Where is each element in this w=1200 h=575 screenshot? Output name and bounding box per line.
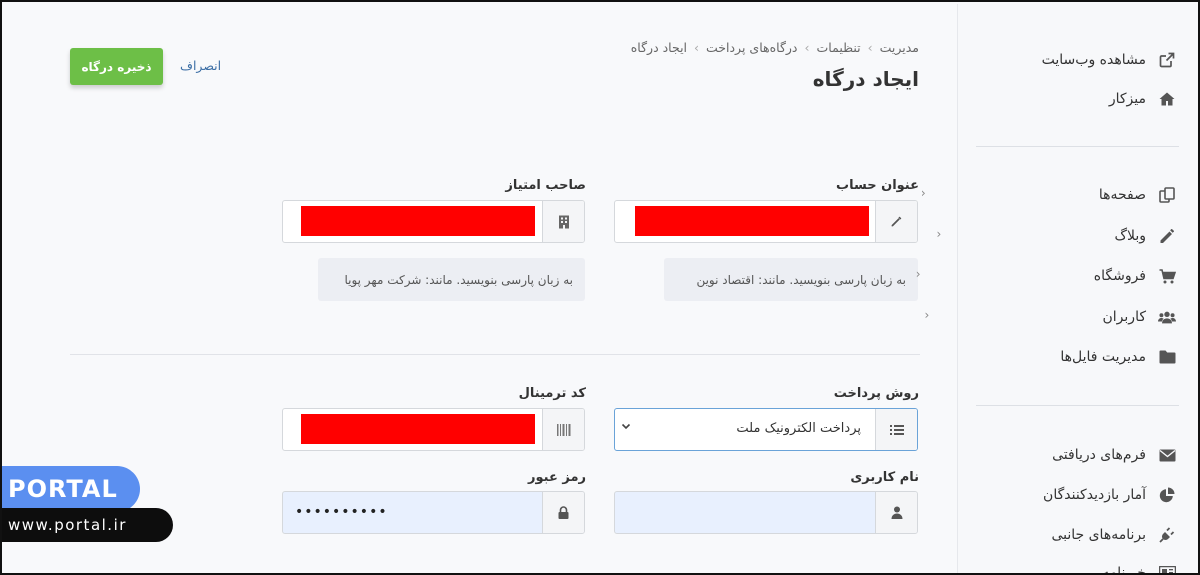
main-content: مدیریت›تنظیمات›درگاه‌های پرداخت›ایجاد در…	[4, 4, 957, 573]
sidebar-item-dashboard[interactable]: میزکار	[1109, 86, 1176, 112]
username-label: نام کاربری	[850, 470, 919, 485]
username-field[interactable]	[614, 491, 918, 534]
plug-icon	[1158, 526, 1176, 544]
sidebar-item-file-manager[interactable]: مدیریت فایل‌ها	[1060, 344, 1176, 370]
pie-chart-icon	[1158, 486, 1176, 504]
sidebar-item-label: مشاهده وب‌سایت	[1041, 52, 1146, 68]
breadcrumb: مدیریت › تنظیمات › درگاه‌های پرداخت › ایجاد در…	[631, 40, 919, 55]
external-link-icon	[1158, 51, 1176, 69]
users-icon	[1158, 308, 1176, 326]
sidebar-divider	[976, 146, 1179, 147]
sidebar-item-shop[interactable]: فروشگاه ‹	[916, 263, 1176, 289]
portal-watermark-badge: PORTAL	[2, 466, 140, 512]
redacted-value	[301, 206, 535, 236]
account-title-hint: به زبان پارسی بنویسید. مانند: اقتصاد نوی…	[664, 258, 918, 301]
redacted-value	[301, 414, 535, 444]
sidebar: مشاهده وب‌سایت میزکار صفحه‌ها ‹ وبلاگ ‹	[916, 4, 1198, 575]
home-icon	[1158, 90, 1176, 108]
terminal-code-label: کد ترمینال	[518, 386, 586, 401]
sidebar-item-visitor-stats[interactable]: آمار بازدیدکنندگان	[1043, 482, 1176, 508]
list-icon	[875, 409, 917, 450]
pages-icon	[1158, 186, 1176, 204]
sidebar-item-addons[interactable]: برنامه‌های جانبی	[1051, 522, 1176, 548]
pencil-icon	[875, 201, 917, 242]
password-field[interactable]: ••••••••••	[282, 491, 585, 534]
password-value: ••••••••••	[295, 504, 388, 520]
newsletter-icon	[1158, 564, 1176, 573]
sidebar-item-label: آمار بازدیدکنندگان	[1043, 487, 1146, 503]
barcode-icon	[542, 409, 584, 450]
chevron-left-icon: ‹	[936, 227, 942, 241]
redacted-value	[635, 206, 869, 236]
license-owner-label: صاحب امتیاز	[505, 178, 586, 193]
sidebar-divider	[976, 405, 1179, 406]
sidebar-item-label: وبلاگ	[1114, 228, 1146, 244]
breadcrumb-item-gateways[interactable]: درگاه‌های پرداخت	[706, 40, 798, 55]
section-divider	[70, 354, 920, 355]
account-title-field[interactable]	[614, 200, 918, 243]
chevron-down-icon	[621, 421, 631, 431]
sidebar-item-received-forms[interactable]: فرم‌های دریافتی	[1052, 442, 1176, 468]
sidebar-item-label: خبرنامه	[1102, 565, 1146, 575]
pencil-icon	[1158, 227, 1176, 245]
cancel-link[interactable]: انصراف	[180, 58, 221, 73]
folder-icon	[1158, 348, 1176, 366]
cart-icon	[1158, 267, 1176, 285]
building-icon	[542, 201, 584, 242]
sidebar-item-label: فرم‌های دریافتی	[1052, 447, 1146, 463]
sidebar-item-blog[interactable]: وبلاگ ‹	[936, 223, 1176, 249]
breadcrumb-item-current: ایجاد درگاه	[630, 40, 688, 55]
envelope-icon	[1158, 446, 1176, 464]
breadcrumb-separator: ›	[867, 40, 873, 55]
terminal-code-field[interactable]	[282, 408, 585, 451]
lock-icon	[542, 492, 584, 533]
app-window: مدیریت›تنظیمات›درگاه‌های پرداخت›ایجاد در…	[0, 0, 1200, 575]
chevron-left-icon: ‹	[924, 308, 930, 322]
portal-watermark-url: www.portal.ir	[2, 508, 173, 542]
sidebar-item-label: کاربران	[1102, 309, 1146, 325]
chevron-left-icon: ‹	[920, 186, 926, 200]
license-owner-field[interactable]	[282, 200, 585, 243]
user-icon	[875, 492, 917, 533]
save-gateway-button[interactable]: ذخیره درگاه	[70, 48, 163, 85]
sidebar-item-label: مدیریت فایل‌ها	[1060, 349, 1146, 365]
sidebar-item-label: برنامه‌های جانبی	[1051, 527, 1146, 543]
sidebar-item-label: صفحه‌ها	[1098, 187, 1146, 203]
sidebar-item-view-website[interactable]: مشاهده وب‌سایت	[1042, 47, 1176, 73]
sidebar-item-label: فروشگاه	[1093, 268, 1146, 284]
license-owner-hint: به زبان پارسی بنویسید. مانند: شرکت مهر پ…	[318, 258, 585, 301]
breadcrumb-separator: ›	[804, 40, 810, 55]
sidebar-item-newsletter[interactable]: خبرنامه	[1102, 560, 1176, 575]
breadcrumb-item-admin[interactable]: مدیریت	[880, 40, 919, 55]
page-title: ایجاد درگاه	[812, 67, 919, 91]
payment-method-value: پرداخت الکترونیک ملت	[736, 421, 861, 436]
payment-method-label: روش پرداخت	[833, 386, 919, 401]
sidebar-item-pages[interactable]: صفحه‌ها ‹	[921, 182, 1176, 208]
sidebar-item-label: میزکار	[1108, 91, 1146, 107]
password-label: رمز عبور	[528, 470, 586, 485]
payment-method-select[interactable]: پرداخت الکترونیک ملت	[614, 408, 918, 451]
account-title-label: عنوان حساب	[836, 178, 919, 193]
chevron-left-icon: ‹	[915, 267, 921, 281]
breadcrumb-separator: ›	[694, 40, 700, 55]
breadcrumb-item-settings[interactable]: تنظیمات	[817, 40, 861, 55]
sidebar-item-users[interactable]: کاربران ‹	[925, 304, 1176, 330]
